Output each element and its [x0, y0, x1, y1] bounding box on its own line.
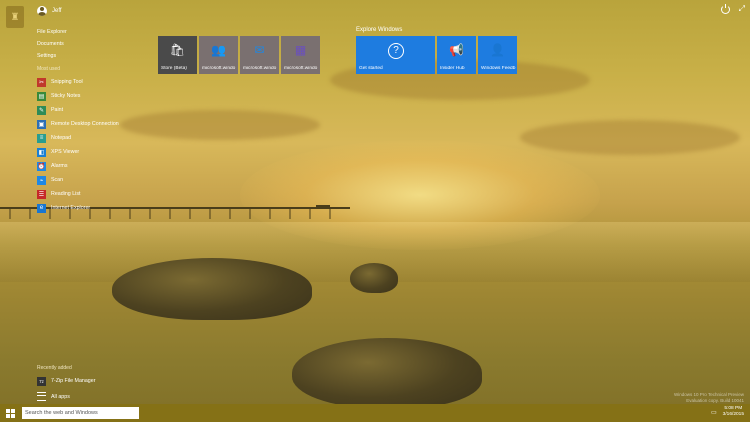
scissors-icon: ✂: [37, 77, 46, 87]
tile-label: Get started: [359, 66, 383, 71]
tile-label: Store (Beta): [161, 66, 187, 71]
user-name: Jeff: [52, 8, 62, 14]
7zip-icon: 7z: [37, 376, 46, 386]
sticky-note-icon: ▤: [37, 91, 46, 101]
list-item-label: Snipping Tool: [51, 79, 83, 85]
most-used-list: ✂ Snipping Tool ▤ Sticky Notes ✎ Paint ▣…: [37, 75, 119, 215]
list-item-label: Remote Desktop Connection: [51, 121, 119, 127]
tile-people[interactable]: 👥 microsoft.windo: [199, 36, 238, 74]
remote-desktop-icon: ▣: [37, 119, 46, 129]
clock[interactable]: 5:08 PM 3/16/2015: [723, 406, 744, 418]
wallpaper-cloud: [120, 110, 320, 140]
list-item-label: Notepad: [51, 135, 72, 141]
tile-label: microsoft.windo: [284, 66, 318, 71]
tile-calendar[interactable]: ▦ microsoft.windo: [281, 36, 320, 74]
tile-label: microsoft.windo: [243, 66, 277, 71]
expand-icon[interactable]: ⤢: [739, 4, 745, 14]
list-item-label: 7-Zip File Manager: [51, 378, 96, 384]
list-item[interactable]: ✂ Snipping Tool: [37, 75, 119, 89]
list-item-label: Internet Explorer: [51, 205, 91, 211]
list-item[interactable]: ▣ Remote Desktop Connection: [37, 117, 119, 131]
list-item[interactable]: ☰ Reading List: [37, 187, 119, 201]
power-icon[interactable]: [721, 4, 730, 14]
list-item-label: Sticky Notes: [51, 93, 81, 99]
start-button[interactable]: [0, 404, 20, 422]
all-apps-button[interactable]: All apps: [37, 392, 70, 401]
list-item-label: Paint: [51, 107, 64, 113]
tile-mail[interactable]: ✉ microsoft.windo: [240, 36, 279, 74]
list-item-label: Alarms: [51, 163, 68, 169]
recently-added-label: Recently added: [37, 365, 72, 371]
reading-list-icon: ☰: [37, 189, 46, 199]
wallpaper-rock: [350, 263, 398, 293]
evaluation-watermark: Windows 10 Pro Technical Preview Evaluat…: [674, 392, 744, 404]
taskbar: Search the web and Windows ▭ 5:08 PM 3/1…: [0, 404, 750, 422]
notepad-icon: ≡: [37, 133, 46, 143]
internet-explorer-icon: e: [37, 203, 46, 213]
wallpaper-rock: [292, 338, 482, 408]
all-apps-label: All apps: [51, 393, 70, 400]
list-item[interactable]: ✎ Paint: [37, 103, 119, 117]
scan-icon: ⌁: [37, 175, 46, 185]
clock-date: 3/16/2015: [722, 412, 744, 417]
list-icon: [37, 392, 46, 401]
most-used-label: Most used: [37, 66, 61, 72]
wallpaper-rock: [112, 258, 312, 320]
pinned-app-icon[interactable]: ♜: [6, 6, 24, 28]
list-item[interactable]: ◧ XPS Viewer: [37, 145, 119, 159]
list-item-label: Reading List: [51, 191, 81, 197]
tile-store[interactable]: 🛍 Store (Beta): [158, 36, 197, 74]
avatar: [37, 6, 47, 16]
tile-windows-feedback[interactable]: 👤 Windows Feedb: [478, 36, 517, 74]
system-tray: ▭ 5:08 PM 3/16/2015: [711, 406, 744, 418]
quick-links: File Explorer Documents Settings: [37, 26, 67, 62]
tile-get-started[interactable]: ? Get started: [356, 36, 435, 74]
tile-label: Windows Feedb: [481, 66, 516, 71]
user-account[interactable]: Jeff: [37, 6, 62, 16]
settings-link[interactable]: Settings: [37, 50, 67, 62]
feedback-icon: 👤: [490, 43, 505, 57]
help-icon: ?: [388, 43, 404, 59]
list-item-label: XPS Viewer: [51, 149, 80, 155]
list-item[interactable]: ≡ Notepad: [37, 131, 119, 145]
calendar-icon: ▦: [294, 43, 307, 57]
list-item[interactable]: ▤ Sticky Notes: [37, 89, 119, 103]
megaphone-icon: 📢: [449, 43, 464, 57]
store-icon: 🛍: [169, 43, 186, 57]
list-item-label: Scan: [51, 177, 64, 183]
tile-label: microsoft.windo: [202, 66, 236, 71]
explore-windows-title: Explore Windows: [356, 27, 403, 33]
people-icon: 👥: [211, 43, 226, 57]
wallpaper-cloud: [520, 120, 740, 155]
notifications-icon[interactable]: ▭: [711, 409, 717, 416]
list-item[interactable]: 7z 7-Zip File Manager: [37, 374, 95, 388]
tile-insider-hub[interactable]: 📢 Insider Hub: [437, 36, 476, 74]
tile-group-apps: 🛍 Store (Beta) 👥 microsoft.windo ✉ micro…: [158, 36, 320, 74]
paint-palette-icon: ✎: [37, 105, 46, 115]
file-explorer-link[interactable]: File Explorer: [37, 26, 67, 38]
search-input[interactable]: Search the web and Windows: [22, 407, 139, 419]
xps-viewer-icon: ◧: [37, 147, 46, 157]
windows-logo-icon: [5, 408, 15, 418]
alarm-clock-icon: ⏰: [37, 161, 46, 171]
documents-link[interactable]: Documents: [37, 38, 67, 50]
list-item[interactable]: ⌁ Scan: [37, 173, 119, 187]
tile-group-explore: ? Get started 📢 Insider Hub 👤 Windows Fe…: [356, 36, 517, 74]
mail-icon: ✉: [254, 43, 265, 57]
list-item[interactable]: ⏰ Alarms: [37, 159, 119, 173]
list-item[interactable]: e Internet Explorer: [37, 201, 119, 215]
recently-added-list: 7z 7-Zip File Manager: [37, 374, 95, 388]
tile-label: Insider Hub: [440, 66, 465, 71]
